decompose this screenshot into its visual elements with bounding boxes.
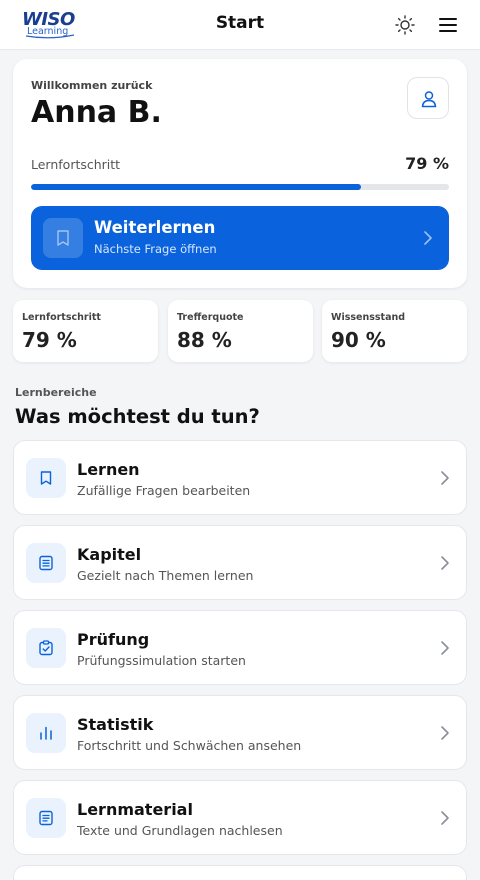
bar-chart-icon xyxy=(40,726,52,740)
chevron-right-icon xyxy=(441,471,449,485)
item-subtitle: Fortschritt und Schwächen ansehen xyxy=(77,738,302,753)
app-header: WISO Learning Start xyxy=(0,0,480,50)
chevron-right-icon xyxy=(441,641,449,655)
cta-subtitle: Nächste Frage öffnen xyxy=(94,242,217,256)
item-subtitle: Texte und Grundlagen nachlesen xyxy=(77,823,283,838)
progress-bar xyxy=(31,184,449,190)
cta-title: Weiterlernen xyxy=(94,218,216,237)
wiso-learning-logo[interactable]: WISO Learning xyxy=(22,9,78,39)
welcome-label: Willkommen zurück xyxy=(31,79,153,92)
user-name: Anna B. xyxy=(31,95,162,130)
stat-value: 88 % xyxy=(177,328,232,352)
bookmark-icon xyxy=(57,230,69,246)
item-subtitle: Prüfungssimulation starten xyxy=(77,653,246,668)
document-text-icon xyxy=(39,810,53,826)
hamburger-menu-icon xyxy=(439,18,457,32)
stat-value: 79 % xyxy=(22,328,77,352)
item-title: Lernmaterial xyxy=(77,800,193,819)
menu-item-statistics[interactable]: Statistik Fortschritt und Schwächen anse… xyxy=(13,695,467,770)
item-icon-box xyxy=(26,458,66,498)
continue-learning-button[interactable]: Weiterlernen Nächste Frage öffnen xyxy=(31,206,449,270)
menu-item-more[interactable] xyxy=(13,865,467,880)
menu-item-learn[interactable]: Lernen Zufällige Fragen bearbeiten xyxy=(13,440,467,515)
stat-label: Trefferquote xyxy=(177,312,244,323)
chevron-right-icon xyxy=(441,556,449,570)
menu-item-chapters[interactable]: Kapitel Gezielt nach Themen lernen xyxy=(13,525,467,600)
profile-button[interactable] xyxy=(407,77,449,119)
theme-toggle-button[interactable] xyxy=(393,13,417,37)
clipboard-check-icon xyxy=(39,640,53,656)
item-subtitle: Gezielt nach Themen lernen xyxy=(77,568,254,583)
chevron-right-icon xyxy=(441,811,449,825)
item-icon-box xyxy=(26,628,66,668)
item-icon-box xyxy=(26,713,66,753)
stat-label: Wissensstand xyxy=(331,312,406,323)
stat-card-learning-progress: Lernfortschritt 79 % xyxy=(13,300,158,362)
item-subtitle: Zufällige Fragen bearbeiten xyxy=(77,483,251,498)
welcome-card: Willkommen zurück Anna B. Lernfortschrit… xyxy=(13,59,467,288)
logo-swoosh-icon xyxy=(25,34,75,39)
progress-value: 79 % xyxy=(405,154,449,173)
progress-label: Lernfortschritt xyxy=(31,157,121,172)
bookmark-icon xyxy=(40,471,52,485)
stat-label: Lernfortschritt xyxy=(22,312,101,323)
menu-item-learning-material[interactable]: Lernmaterial Texte und Grundlagen nachle… xyxy=(13,780,467,855)
section-title: Was möchtest du tun? xyxy=(15,405,260,428)
progress-bar-fill xyxy=(31,184,362,190)
chevron-right-icon xyxy=(441,726,449,740)
item-title: Lernen xyxy=(77,460,140,479)
menu-item-exam[interactable]: Prüfung Prüfungssimulation starten xyxy=(13,610,467,685)
item-icon-box xyxy=(26,798,66,838)
user-icon xyxy=(421,91,437,108)
section-label: Lernbereiche xyxy=(15,386,97,399)
item-title: Kapitel xyxy=(77,545,142,564)
sun-icon xyxy=(395,15,415,35)
item-title: Prüfung xyxy=(77,630,150,649)
stat-value: 90 % xyxy=(331,328,386,352)
stat-card-hit-rate: Trefferquote 88 % xyxy=(168,300,313,362)
document-list-icon xyxy=(39,555,53,571)
chevron-right-icon xyxy=(424,231,432,245)
cta-icon-box xyxy=(43,218,83,258)
item-icon-box xyxy=(26,543,66,583)
item-title: Statistik xyxy=(77,715,154,734)
stat-card-knowledge-level: Wissensstand 90 % xyxy=(322,300,467,362)
menu-button[interactable] xyxy=(436,13,460,37)
